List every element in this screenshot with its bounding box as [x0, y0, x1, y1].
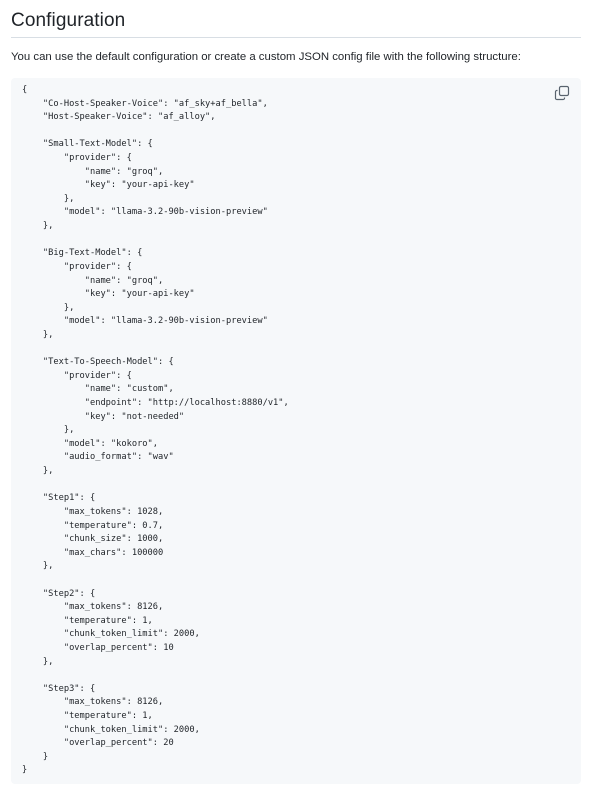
code-line: "Small-Text-Model": {: [22, 139, 153, 150]
code-line: "Step2": {: [22, 588, 96, 599]
code-line: },: [22, 466, 54, 477]
heading-divider: [11, 37, 581, 38]
code-content[interactable]: { "Co-Host-Speaker-Voice": "af_sky+af_be…: [22, 84, 289, 778]
code-line: "key": "not-needed": [22, 411, 185, 422]
code-line: "chunk_token_limit": 2000,: [22, 724, 200, 735]
code-block[interactable]: { "Co-Host-Speaker-Voice": "af_sky+af_be…: [11, 78, 581, 784]
code-line: "chunk_size": 1000,: [22, 534, 164, 545]
code-line: "chunk_token_limit": 2000,: [22, 629, 200, 640]
code-line: "max_tokens": 8126,: [22, 602, 164, 613]
code-line: "Co-Host-Speaker-Voice": "af_sky+af_bell…: [22, 98, 268, 109]
code-line: },: [22, 193, 75, 204]
code-line: "key": "your-api-key": [22, 180, 195, 191]
code-line: "name": "custom",: [22, 384, 174, 395]
code-line: "provider": {: [22, 261, 132, 272]
copy-button[interactable]: [554, 85, 570, 101]
code-line: "max_tokens": 1028,: [22, 506, 164, 517]
code-line: },: [22, 425, 75, 436]
code-line: },: [22, 329, 54, 340]
page-title: Configuration: [11, 10, 126, 31]
code-line: "temperature": 1,: [22, 615, 153, 626]
code-line: "temperature": 0.7,: [22, 520, 164, 531]
code-line: {: [22, 85, 28, 95]
code-line: "provider": {: [22, 153, 132, 164]
code-line: "Step3": {: [22, 683, 96, 694]
code-line: "audio_format": "wav": [22, 452, 174, 463]
code-line: "Step1": {: [22, 493, 96, 504]
code-line: "model": "llama-3.2-90b-vision-preview": [22, 207, 268, 218]
code-line: "model": "kokoro",: [22, 438, 158, 449]
code-line: "max_chars": 100000: [22, 547, 164, 558]
code-line: "overlap_percent": 10: [22, 642, 174, 653]
code-line: }: [22, 765, 28, 776]
code-line: "provider": {: [22, 370, 132, 381]
code-line: },: [22, 221, 54, 232]
code-line: "name": "groq",: [22, 275, 164, 286]
code-line: "overlap_percent": 20: [22, 738, 174, 749]
code-line: },: [22, 656, 54, 667]
intro-text: You can use the default configuration or…: [11, 51, 521, 63]
code-line: "Host-Speaker-Voice": "af_alloy",: [22, 112, 216, 123]
code-line: "temperature": 1,: [22, 711, 153, 722]
code-line: "name": "groq",: [22, 166, 164, 177]
code-line: }: [22, 751, 49, 762]
copy-icon: [554, 85, 570, 101]
code-line: "endpoint": "http://localhost:8880/v1",: [22, 398, 289, 409]
code-line: "max_tokens": 8126,: [22, 697, 164, 708]
code-line: },: [22, 561, 54, 572]
code-line: "model": "llama-3.2-90b-vision-preview": [22, 316, 268, 327]
code-line: "Big-Text-Model": {: [22, 248, 143, 259]
code-line: "key": "your-api-key": [22, 289, 195, 300]
code-line: "Text-To-Speech-Model": {: [22, 357, 174, 368]
code-line: },: [22, 302, 75, 313]
